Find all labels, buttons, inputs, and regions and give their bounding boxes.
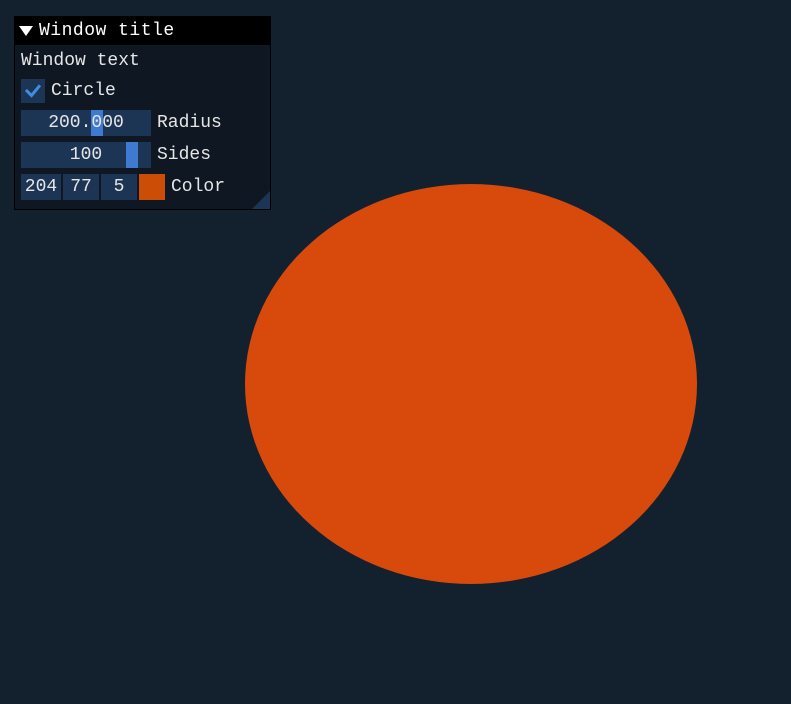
circle-checkbox-row: Circle bbox=[21, 77, 264, 105]
circle-checkbox-label: Circle bbox=[51, 81, 116, 101]
color-row: 204 77 5 Color bbox=[21, 173, 264, 201]
window-title-text: Window title bbox=[39, 21, 175, 41]
checkmark-icon bbox=[24, 82, 42, 100]
window-titlebar[interactable]: Window title bbox=[15, 17, 270, 45]
color-label: Color bbox=[171, 177, 225, 197]
sides-slider-value: 100 bbox=[21, 145, 151, 165]
collapse-arrow-icon[interactable] bbox=[19, 26, 33, 36]
window-static-text: Window text bbox=[21, 49, 264, 73]
color-g-drag[interactable]: 77 bbox=[63, 174, 99, 200]
sides-slider[interactable]: 100 bbox=[21, 142, 151, 168]
canvas-drawn-circle bbox=[245, 184, 697, 584]
sides-row: 100 Sides bbox=[21, 141, 264, 169]
sides-label: Sides bbox=[157, 145, 211, 165]
radius-slider[interactable]: 200.000 bbox=[21, 110, 151, 136]
radius-row: 200.000 Radius bbox=[21, 109, 264, 137]
window-body: Window text Circle 200.000 Radius 100 bbox=[15, 45, 270, 209]
color-r-drag[interactable]: 204 bbox=[21, 174, 61, 200]
radius-label: Radius bbox=[157, 113, 222, 133]
window-resize-grip[interactable] bbox=[252, 191, 270, 209]
color-swatch[interactable] bbox=[139, 174, 165, 200]
circle-checkbox[interactable] bbox=[21, 79, 45, 103]
radius-slider-value: 200.000 bbox=[21, 113, 151, 133]
settings-window: Window title Window text Circle 200.000 … bbox=[14, 16, 271, 210]
color-b-drag[interactable]: 5 bbox=[101, 174, 137, 200]
